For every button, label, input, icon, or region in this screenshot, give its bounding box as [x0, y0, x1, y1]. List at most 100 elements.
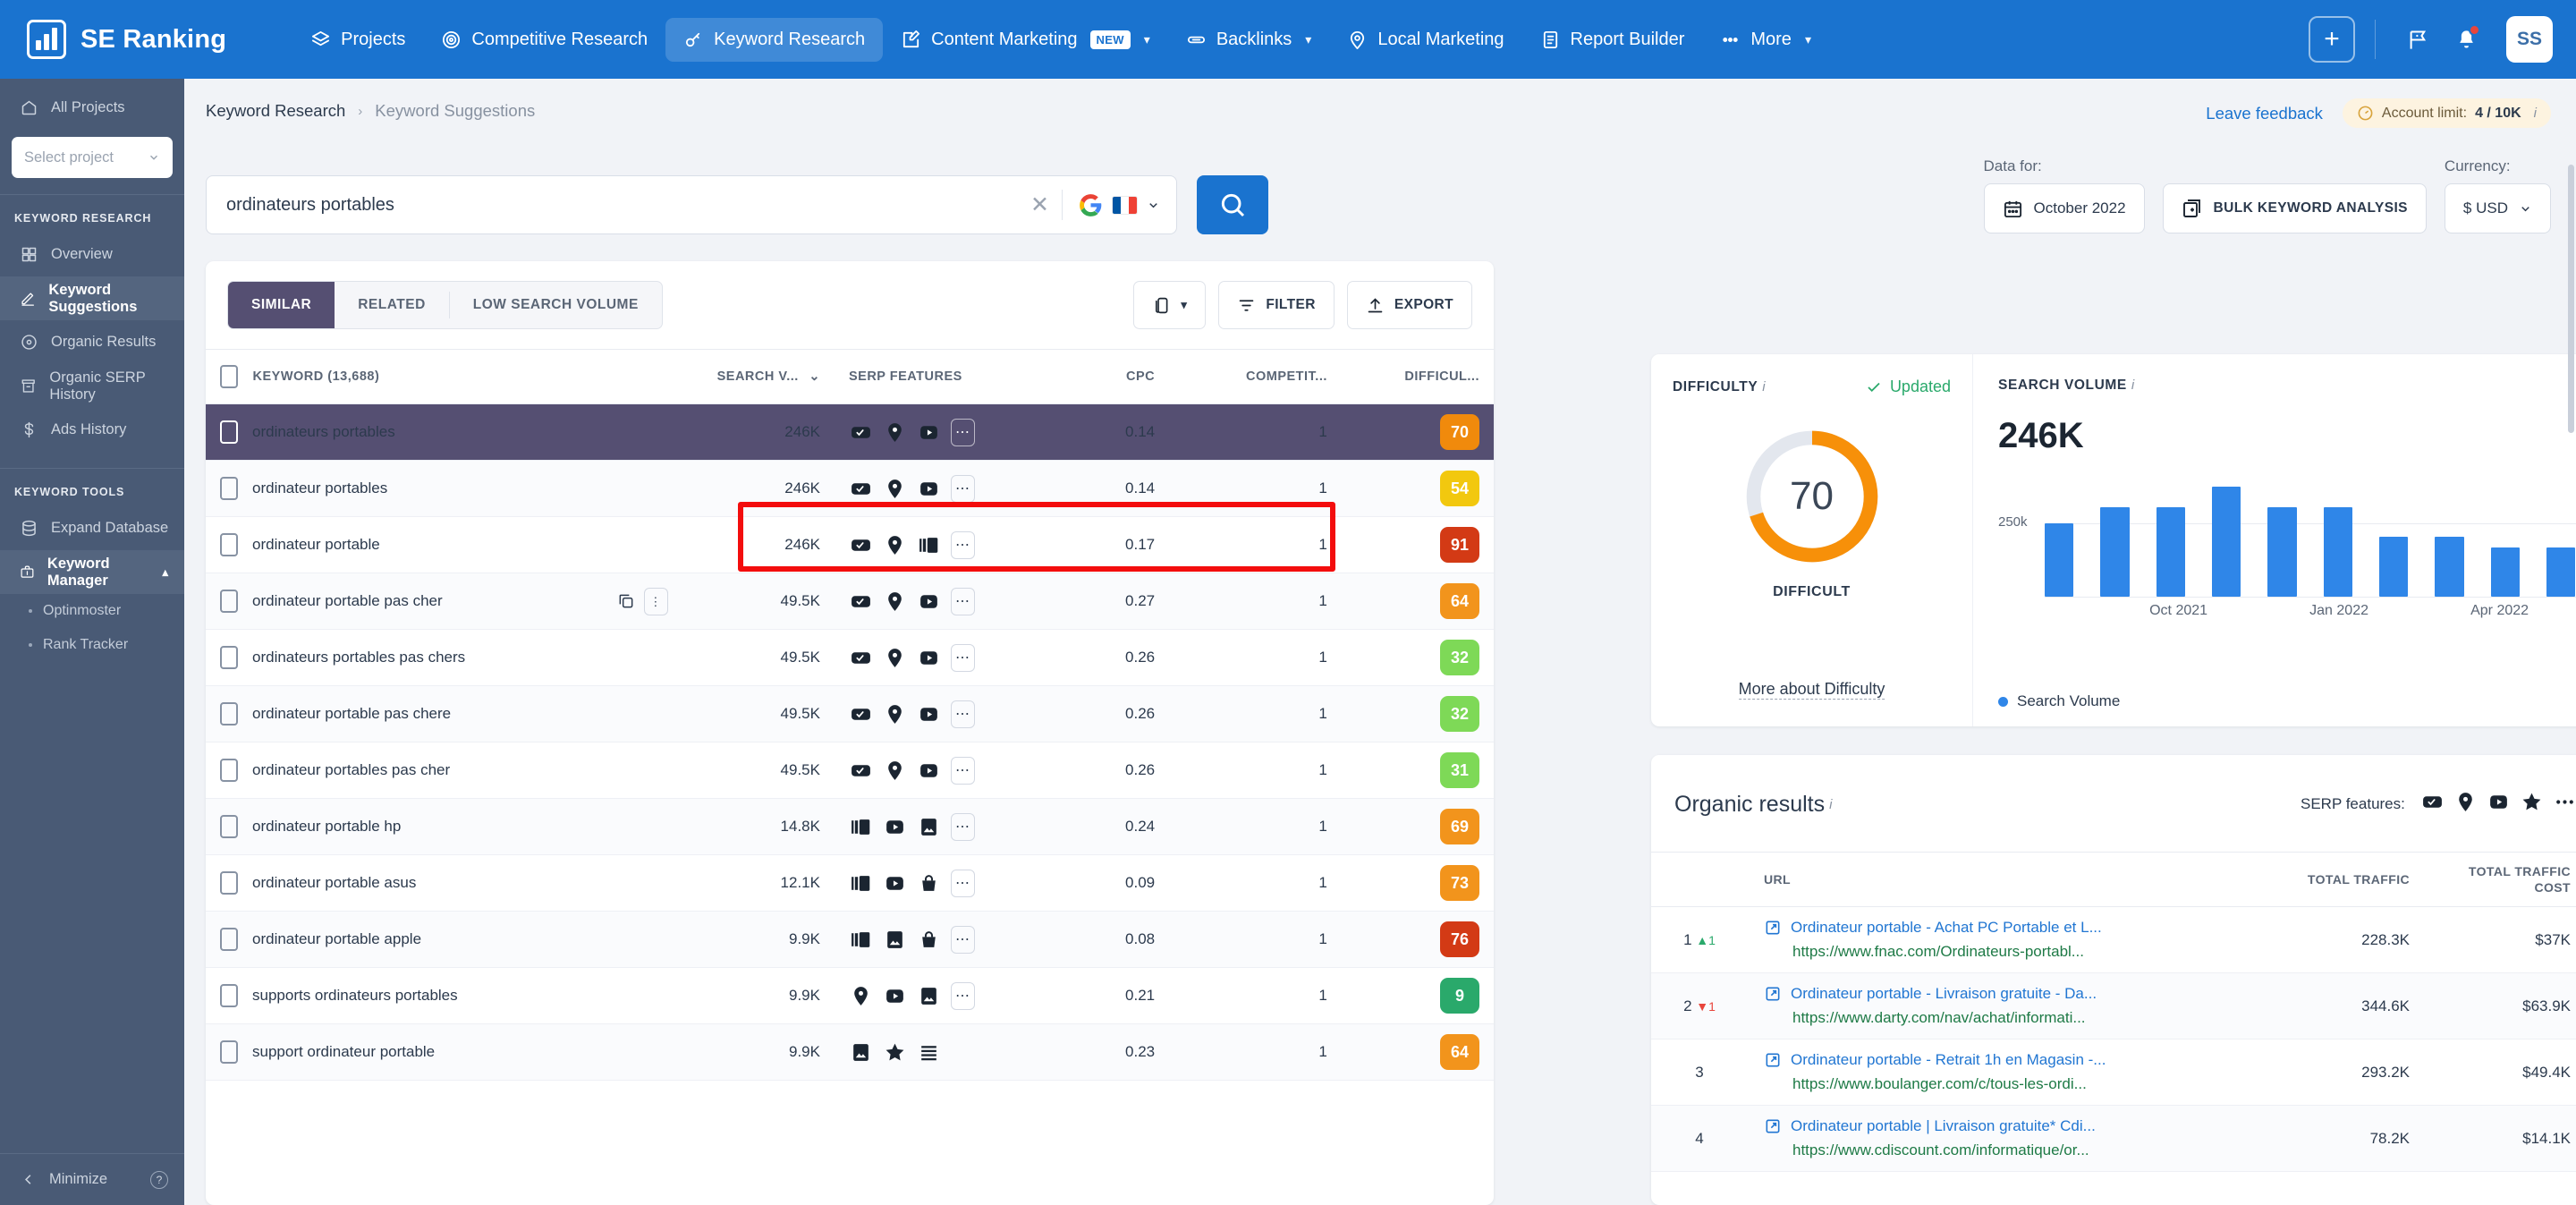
row-checkbox[interactable]: [220, 1040, 238, 1064]
table-row[interactable]: ordinateurs portables pas chers49.5K⋯0.2…: [206, 630, 1494, 686]
table-row[interactable]: ordinateur portable hp14.8K⋯0.24169: [206, 799, 1494, 855]
map-pin-icon[interactable]: [2454, 791, 2477, 818]
date-picker-button[interactable]: October 2022: [1984, 183, 2145, 233]
row-checkbox[interactable]: [220, 984, 238, 1007]
project-select[interactable]: Select project: [12, 137, 173, 178]
sidebar-subitem-rank tracker[interactable]: Rank Tracker: [0, 628, 184, 662]
nav-item-content-marketing[interactable]: Content MarketingNEW▾: [883, 18, 1168, 62]
info-icon[interactable]: i: [1762, 379, 1765, 395]
search-engine-selector[interactable]: [1063, 193, 1160, 217]
nav-item-competitive-research[interactable]: Competitive Research: [423, 18, 665, 62]
row-checkbox[interactable]: [220, 646, 238, 669]
video-icon[interactable]: [2487, 791, 2510, 818]
sidebar-item-all-projects[interactable]: All Projects: [0, 79, 184, 127]
chart-bar[interactable]: [2491, 547, 2520, 597]
account-limit-badge[interactable]: Account limit: 4 / 10K i: [2343, 98, 2551, 128]
serp-more-icon[interactable]: ⋯: [951, 870, 975, 897]
search-button[interactable]: [1197, 175, 1268, 234]
column-url[interactable]: URL: [1748, 853, 2283, 907]
chart-bar[interactable]: [2045, 523, 2073, 597]
row-checkbox[interactable]: [220, 702, 238, 726]
table-row[interactable]: ordinateur portable pas chere49.5K⋯0.261…: [206, 686, 1494, 743]
sidebar-item-keyword-manager[interactable]: Keyword Manager▴: [0, 550, 184, 594]
result-url-text[interactable]: https://www.darty.com/nav/achat/informat…: [1792, 1009, 2267, 1027]
ellipsis-icon[interactable]: [2554, 791, 2576, 818]
row-menu-icon[interactable]: ⋮: [644, 588, 668, 615]
serp-more-icon[interactable]: ⋯: [951, 644, 975, 672]
row-checkbox[interactable]: [220, 420, 238, 444]
nav-item-report-builder[interactable]: Report Builder: [1522, 18, 1703, 62]
export-button[interactable]: EXPORT: [1347, 281, 1472, 329]
tab-related[interactable]: RELATED: [335, 282, 449, 328]
row-checkbox[interactable]: [220, 815, 238, 838]
search-box[interactable]: ordinateurs portables ✕: [206, 175, 1177, 234]
nav-item-keyword-research[interactable]: Keyword Research: [665, 18, 883, 62]
chart-bar[interactable]: [2324, 507, 2352, 597]
table-row[interactable]: ordinateur portable apple9.9K⋯0.08176: [206, 912, 1494, 968]
search-input[interactable]: ordinateurs portables: [226, 195, 1018, 216]
breadcrumb-parent[interactable]: Keyword Research: [206, 101, 345, 121]
result-title-link[interactable]: Ordinateur portable | Livraison gratuite…: [1764, 1117, 2267, 1135]
table-row[interactable]: 2 ▼1Ordinateur portable - Livraison grat…: [1651, 973, 2576, 1040]
tab-similar[interactable]: SIMILAR: [228, 282, 335, 328]
row-checkbox[interactable]: [220, 533, 238, 556]
currency-selector[interactable]: $ USD: [2445, 183, 2551, 233]
result-url-text[interactable]: https://www.boulanger.com/c/tous-les-ord…: [1792, 1075, 2267, 1093]
table-row[interactable]: supports ordinateurs portables9.9K⋯0.211…: [206, 968, 1494, 1024]
filter-button[interactable]: FILTER: [1218, 281, 1335, 329]
result-url-text[interactable]: https://www.fnac.com/Ordinateurs-portabl…: [1792, 943, 2267, 961]
copy-icon[interactable]: [617, 592, 635, 610]
column-search-volume[interactable]: SEARCH V... ⌄: [682, 350, 835, 404]
serp-more-icon[interactable]: ⋯: [951, 982, 975, 1010]
result-title-link[interactable]: Ordinateur portable - Livraison gratuite…: [1764, 985, 2267, 1003]
device-toggle-button[interactable]: ▾: [1133, 281, 1206, 329]
more-about-difficulty-link[interactable]: More about Difficulty: [1739, 680, 1885, 700]
notifications-bell-icon[interactable]: [2444, 17, 2488, 62]
table-row[interactable]: ordinateurs portables246K⋯0.14170: [206, 404, 1494, 461]
result-url-text[interactable]: https://www.cdiscount.com/informatique/o…: [1792, 1141, 2267, 1159]
info-icon[interactable]: i: [1829, 797, 1832, 812]
select-all-checkbox[interactable]: [220, 365, 238, 388]
nav-item-local-marketing[interactable]: Local Marketing: [1329, 18, 1521, 62]
tab-low-search-volume[interactable]: LOW SEARCH VOLUME: [450, 282, 662, 328]
chart-bar[interactable]: [2157, 507, 2185, 597]
help-icon[interactable]: ?: [150, 1171, 168, 1189]
result-title-link[interactable]: Ordinateur portable - Achat PC Portable …: [1764, 919, 2267, 937]
chart-bar[interactable]: [2379, 537, 2408, 597]
bulk-keyword-analysis-button[interactable]: BULK KEYWORD ANALYSIS: [2163, 183, 2427, 233]
serp-more-icon[interactable]: ⋯: [951, 700, 975, 728]
sidebar-item-organic-results[interactable]: Organic Results: [0, 320, 184, 364]
sidebar-minimize-button[interactable]: Minimize ?: [0, 1153, 184, 1205]
table-row[interactable]: ordinateur portables246K⋯0.14154: [206, 461, 1494, 517]
chart-bar[interactable]: [2100, 507, 2129, 597]
serp-more-icon[interactable]: ⋯: [951, 531, 975, 559]
serp-features-icons[interactable]: [2421, 791, 2576, 818]
column-competition[interactable]: COMPETIT...: [1169, 350, 1342, 404]
chart-bar[interactable]: [2212, 487, 2241, 597]
sidebar-subitem-optinmoster[interactable]: Optinmoster: [0, 594, 184, 628]
column-difficulty[interactable]: DIFFICUL...: [1342, 350, 1494, 404]
serp-more-icon[interactable]: ⋯: [951, 757, 975, 785]
column-total-traffic[interactable]: TOTAL TRAFFIC: [2283, 853, 2426, 907]
row-checkbox[interactable]: [220, 928, 238, 951]
serp-more-icon[interactable]: ⋯: [951, 813, 975, 841]
serp-more-icon[interactable]: ⋯: [951, 588, 975, 615]
column-serp-features[interactable]: SERP FEATURES: [835, 350, 1038, 404]
featured-snippet-icon[interactable]: [2421, 791, 2444, 818]
sidebar-item-ads-history[interactable]: Ads History: [0, 408, 184, 452]
row-checkbox[interactable]: [220, 477, 238, 500]
table-row[interactable]: ordinateur portable asus12.1K⋯0.09173: [206, 855, 1494, 912]
page-scrollbar[interactable]: [2568, 165, 2574, 433]
chart-bar[interactable]: [2267, 507, 2296, 597]
sidebar-item-expand-database[interactable]: Expand Database: [0, 506, 184, 550]
serp-more-icon[interactable]: ⋯: [951, 419, 975, 446]
table-row[interactable]: ordinateur portables pas cher49.5K⋯0.261…: [206, 743, 1494, 799]
sidebar-item-overview[interactable]: Overview: [0, 233, 184, 276]
column-cpc[interactable]: CPC: [1038, 350, 1169, 404]
table-row[interactable]: 4Ordinateur portable | Livraison gratuit…: [1651, 1106, 2576, 1172]
chart-bar[interactable]: [2435, 537, 2463, 597]
table-row[interactable]: 1 ▲1Ordinateur portable - Achat PC Porta…: [1651, 907, 2576, 973]
serp-more-icon[interactable]: ⋯: [951, 926, 975, 954]
table-row[interactable]: 3Ordinateur portable - Retrait 1h en Mag…: [1651, 1040, 2576, 1106]
flag-icon[interactable]: [2395, 17, 2440, 62]
